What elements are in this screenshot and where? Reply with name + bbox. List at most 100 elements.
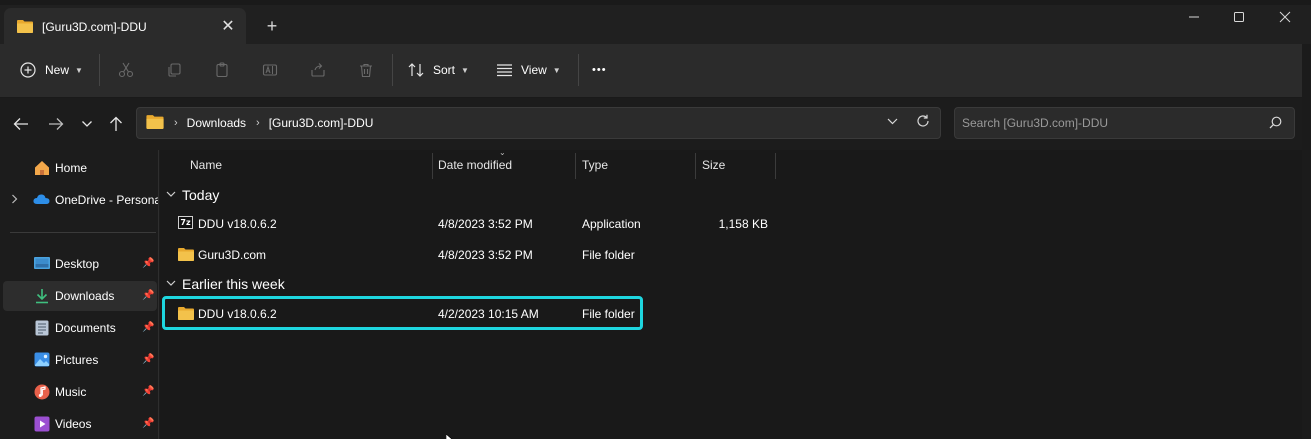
column-divider[interactable]: [432, 153, 433, 179]
new-button[interactable]: New ▼: [20, 56, 83, 84]
command-bar: New ▼ Sort ▼ View ▼ •••: [0, 44, 1311, 98]
chevron-down-icon: [887, 118, 898, 125]
divider: [99, 54, 100, 86]
pane-divider[interactable]: [158, 150, 159, 439]
column-header-size[interactable]: Size: [702, 158, 725, 172]
folder-icon: [178, 306, 194, 323]
address-bar[interactable]: › Downloads › [Guru3D.com]-DDU: [136, 107, 941, 139]
sort-button[interactable]: Sort ▼: [408, 56, 469, 84]
column-divider[interactable]: [775, 153, 776, 179]
column-header-type[interactable]: Type: [582, 158, 608, 172]
chevron-right-icon[interactable]: [11, 194, 18, 207]
file-name: DDU v18.0.6.2: [198, 217, 277, 231]
back-button[interactable]: [9, 112, 33, 136]
view-label: View: [521, 63, 547, 77]
desktop-icon: [34, 257, 50, 273]
title-bar-strip: [0, 0, 1311, 5]
sidebar-item-label: Pictures: [55, 353, 99, 367]
folder-icon: [146, 114, 164, 132]
sidebar-item-documents[interactable]: Documents 📌: [0, 313, 158, 343]
file-list: Name Date modified ⌄ Type Size Today 7z …: [160, 148, 1311, 439]
group-header-today[interactable]: Today: [166, 187, 219, 203]
maximize-icon: [1234, 12, 1244, 22]
sort-label: Sort: [433, 63, 456, 77]
sidebar-item-label: Downloads: [55, 289, 115, 303]
arrow-left-icon: [13, 118, 28, 130]
view-button[interactable]: View ▼: [496, 56, 561, 84]
file-type: File folder: [582, 248, 635, 262]
onedrive-icon: [33, 193, 50, 209]
pin-icon[interactable]: 📌: [142, 258, 154, 269]
search-input[interactable]: [962, 114, 1252, 132]
new-label: New: [45, 63, 70, 77]
close-window-button[interactable]: [1262, 0, 1308, 34]
arrow-right-icon: [49, 118, 64, 130]
share-icon[interactable]: [307, 59, 329, 81]
sidebar-item-downloads[interactable]: Downloads 📌: [3, 281, 157, 311]
chevron-right-icon[interactable]: ›: [256, 117, 260, 129]
sidebar-item-label: Music: [55, 385, 87, 399]
sidebar-item-desktop[interactable]: Desktop 📌: [0, 249, 158, 279]
pin-icon[interactable]: 📌: [142, 386, 154, 397]
folder-icon: [17, 19, 33, 36]
videos-icon: [34, 416, 50, 432]
delete-icon[interactable]: [355, 59, 377, 81]
sidebar-item-videos[interactable]: Videos 📌: [0, 409, 158, 439]
chevron-down-icon: [166, 279, 176, 290]
sidebar-item-music[interactable]: Music 📌: [0, 377, 158, 407]
sidebar-item-home[interactable]: Home: [0, 153, 158, 183]
minimize-icon: [1189, 16, 1199, 18]
column-divider[interactable]: [695, 153, 696, 179]
group-header-earlier-this-week[interactable]: Earlier this week: [166, 276, 285, 292]
column-header-name[interactable]: Name: [190, 158, 222, 172]
refresh-button[interactable]: [916, 114, 930, 131]
cut-icon[interactable]: [115, 59, 137, 81]
downloads-icon: [34, 288, 50, 304]
sidebar-item-pictures[interactable]: Pictures 📌: [0, 345, 158, 375]
up-button[interactable]: [104, 112, 128, 136]
breadcrumb-downloads[interactable]: Downloads: [187, 116, 246, 130]
close-tab-icon[interactable]: ✕: [218, 16, 238, 36]
file-date: 4/8/2023 3:52 PM: [438, 217, 533, 231]
chevron-down-icon: [166, 190, 176, 201]
pin-icon[interactable]: 📌: [142, 322, 154, 333]
minimize-button[interactable]: [1171, 0, 1217, 34]
sidebar-item-onedrive[interactable]: OneDrive - Persona: [0, 185, 159, 215]
address-history-button[interactable]: [887, 116, 898, 128]
breadcrumb-current-folder[interactable]: [Guru3D.com]-DDU: [269, 116, 374, 130]
pin-icon[interactable]: 📌: [142, 354, 154, 365]
file-row[interactable]: 7z DDU v18.0.6.2 4/8/2023 3:52 PM Applic…: [164, 210, 768, 238]
file-row-highlighted[interactable]: DDU v18.0.6.2 4/2/2023 10:15 AM File fol…: [162, 296, 643, 330]
file-size: 1,158 KB: [718, 217, 768, 231]
close-icon: [1279, 11, 1291, 23]
sidebar-item-label: Home: [55, 161, 88, 175]
maximize-button[interactable]: [1216, 0, 1262, 34]
forward-button[interactable]: [44, 112, 68, 136]
new-tab-button[interactable]: +: [262, 16, 282, 36]
tab-guru3d-ddu[interactable]: [Guru3D.com]-DDU ✕: [4, 8, 246, 46]
chevron-down-icon: ▼: [75, 65, 83, 75]
7z-app-icon: 7z: [178, 216, 193, 229]
copy-icon[interactable]: [163, 59, 185, 81]
divider: [392, 54, 393, 86]
chevron-down-icon: ▼: [552, 65, 561, 75]
pin-icon[interactable]: 📌: [142, 290, 154, 301]
recent-locations-button[interactable]: [75, 112, 99, 136]
pin-icon[interactable]: 📌: [142, 418, 154, 429]
chevron-down-icon: ▼: [461, 65, 469, 75]
paste-icon[interactable]: [211, 59, 233, 81]
divider: [10, 232, 156, 233]
column-divider[interactable]: [575, 153, 576, 179]
sort-caret-icon: ⌄: [499, 148, 506, 157]
rename-icon[interactable]: [259, 59, 281, 81]
group-label: Earlier this week: [182, 276, 285, 292]
sidebar-item-label: Videos: [55, 417, 92, 431]
see-more-button[interactable]: •••: [592, 56, 607, 84]
search-box[interactable]: [954, 107, 1295, 139]
file-row[interactable]: Guru3D.com 4/8/2023 3:52 PM File folder: [164, 241, 640, 269]
navigation-pane: Home OneDrive - Persona Desktop 📌 Downlo…: [0, 150, 159, 439]
window-edge: [1302, 44, 1311, 439]
sidebar-item-label: Desktop: [55, 257, 100, 271]
search-icon[interactable]: [1269, 116, 1282, 132]
column-header-date[interactable]: Date modified: [438, 158, 512, 172]
